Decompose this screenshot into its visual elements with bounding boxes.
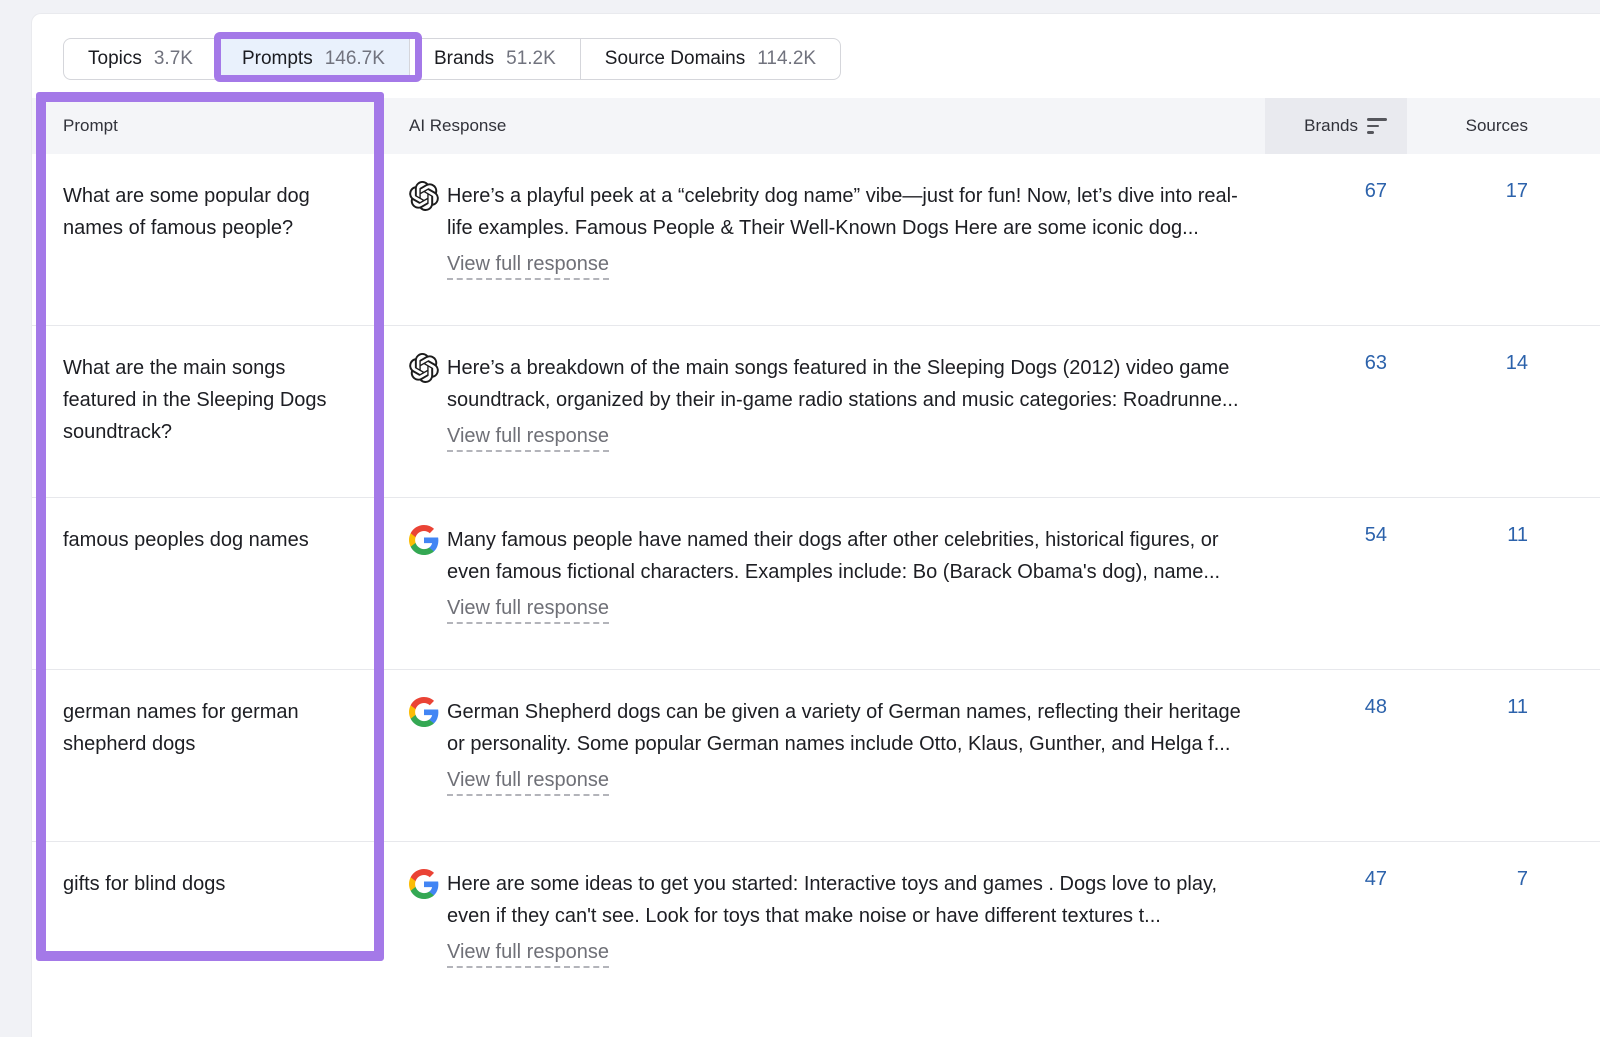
sort-descending-icon: [1367, 118, 1387, 134]
tab-source-domains-label: Source Domains: [605, 48, 745, 70]
ai-response-text: Here’s a breakdown of the main songs fea…: [447, 352, 1257, 416]
table-row: What are the main songs featured in the …: [32, 326, 1600, 498]
column-header-brands-label: Brands: [1304, 116, 1358, 136]
ai-response-cell: Here’s a breakdown of the main songs fea…: [393, 326, 1265, 497]
prompt-cell: gifts for blind dogs: [32, 842, 393, 1014]
brands-count-link[interactable]: 67: [1265, 154, 1407, 325]
view-full-response-link[interactable]: View full response: [447, 251, 609, 280]
ai-engine-icon: [409, 181, 439, 211]
tab-brands-label: Brands: [434, 48, 494, 70]
ai-response-text: Here are some ideas to get you started: …: [447, 868, 1257, 932]
prompt-cell: What are the main songs featured in the …: [32, 326, 393, 497]
ai-response-body: Here’s a breakdown of the main songs fea…: [447, 352, 1257, 452]
prompt-cell: What are some popular dog names of famou…: [32, 154, 393, 325]
tab-topics-label: Topics: [88, 48, 142, 70]
ai-response-cell: German Shepherd dogs can be given a vari…: [393, 670, 1265, 841]
chatgpt-icon: [409, 181, 439, 211]
tab-source-domains-count: 114.2K: [757, 48, 816, 70]
brands-count-link[interactable]: 54: [1265, 498, 1407, 669]
ai-response-body: Here’s a playful peek at a “celebrity do…: [447, 180, 1257, 280]
tab-brands-count: 51.2K: [506, 48, 556, 70]
view-full-response-link[interactable]: View full response: [447, 939, 609, 968]
ai-engine-icon: [409, 697, 439, 727]
ai-engine-icon: [409, 869, 439, 899]
tab-topics[interactable]: Topics 3.7K: [64, 39, 217, 79]
tab-bar: Topics 3.7K Prompts 146.7K Brands 51.2K …: [63, 38, 841, 80]
ai-engine-icon: [409, 525, 439, 555]
results-panel: Topics 3.7K Prompts 146.7K Brands 51.2K …: [31, 13, 1600, 1037]
prompt-cell: famous peoples dog names: [32, 498, 393, 669]
column-header-brands[interactable]: Brands: [1265, 98, 1407, 154]
column-header-ai-response-label: AI Response: [409, 116, 506, 136]
sources-count-link[interactable]: 11: [1407, 670, 1570, 841]
google-icon: [409, 869, 439, 899]
sources-count-link[interactable]: 17: [1407, 154, 1570, 325]
ai-response-text: Here’s a playful peek at a “celebrity do…: [447, 180, 1257, 244]
brands-count-link[interactable]: 47: [1265, 842, 1407, 1014]
tab-source-domains[interactable]: Source Domains 114.2K: [580, 39, 840, 79]
ai-response-text: Many famous people have named their dogs…: [447, 524, 1257, 588]
column-header-sources-label: Sources: [1466, 116, 1528, 136]
google-icon: [409, 525, 439, 555]
ai-engine-icon: [409, 353, 439, 383]
ai-response-body: Here are some ideas to get you started: …: [447, 868, 1257, 968]
ai-response-cell: Many famous people have named their dogs…: [393, 498, 1265, 669]
view-full-response-link[interactable]: View full response: [447, 423, 609, 452]
tab-brands[interactable]: Brands 51.2K: [409, 39, 580, 79]
view-full-response-link[interactable]: View full response: [447, 767, 609, 796]
table-row: famous peoples dog names Many famous peo…: [32, 498, 1600, 670]
table-row: What are some popular dog names of famou…: [32, 154, 1600, 326]
brands-count-link[interactable]: 48: [1265, 670, 1407, 841]
tab-topics-count: 3.7K: [154, 48, 193, 70]
column-header-sources[interactable]: Sources: [1407, 98, 1570, 154]
ai-response-text: German Shepherd dogs can be given a vari…: [447, 696, 1257, 760]
brands-count-link[interactable]: 63: [1265, 326, 1407, 497]
table-row: german names for german shepherd dogs Ge…: [32, 670, 1600, 842]
ai-response-cell: Here are some ideas to get you started: …: [393, 842, 1265, 1014]
tab-prompts[interactable]: Prompts 146.7K: [217, 39, 409, 79]
table-body: What are some popular dog names of famou…: [32, 154, 1600, 1014]
sources-count-link[interactable]: 14: [1407, 326, 1570, 497]
ai-response-cell: Here’s a playful peek at a “celebrity do…: [393, 154, 1265, 325]
column-header-prompt[interactable]: Prompt: [32, 98, 393, 154]
ai-response-body: Many famous people have named their dogs…: [447, 524, 1257, 624]
prompt-cell: german names for german shepherd dogs: [32, 670, 393, 841]
column-header-ai-response[interactable]: AI Response: [393, 98, 1265, 154]
view-full-response-link[interactable]: View full response: [447, 595, 609, 624]
page: Topics 3.7K Prompts 146.7K Brands 51.2K …: [0, 0, 1600, 1037]
tab-prompts-count: 146.7K: [325, 48, 385, 70]
chatgpt-icon: [409, 353, 439, 383]
table-header: Prompt AI Response Brands Sources: [32, 98, 1600, 154]
column-header-prompt-label: Prompt: [63, 116, 118, 136]
tab-prompts-label: Prompts: [242, 48, 313, 70]
ai-response-body: German Shepherd dogs can be given a vari…: [447, 696, 1257, 796]
sources-count-link[interactable]: 7: [1407, 842, 1570, 1014]
sources-count-link[interactable]: 11: [1407, 498, 1570, 669]
google-icon: [409, 697, 439, 727]
table-row: gifts for blind dogs Here are some ideas…: [32, 842, 1600, 1014]
